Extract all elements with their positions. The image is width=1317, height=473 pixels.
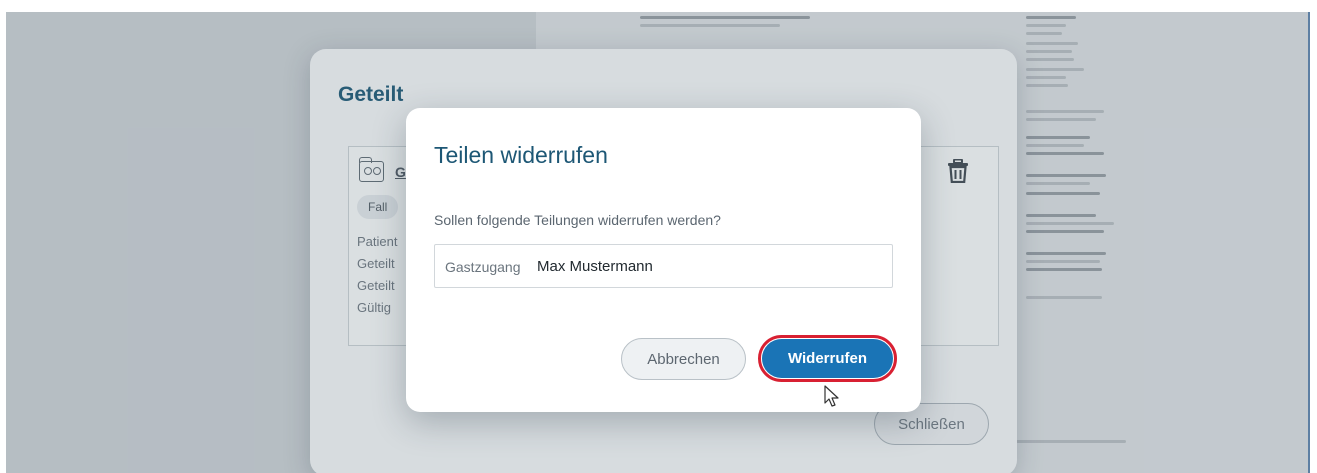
- app-screen: Geteilt G Fall Patient Geteilt Geteilt G…: [6, 12, 1310, 473]
- modal-title: Teilen widerrufen: [434, 142, 608, 168]
- share-recipient-name: Max Mustermann: [537, 258, 653, 275]
- window-edge: [1308, 12, 1310, 473]
- mouse-cursor-icon: [824, 385, 839, 407]
- share-entry: Gastzugang Max Mustermann: [434, 244, 893, 288]
- modal-question: Sollen folgende Teilungen widerrufen wer…: [434, 212, 721, 228]
- cancel-button[interactable]: Abbrechen: [621, 338, 746, 380]
- share-type-label: Gastzugang: [445, 259, 521, 275]
- revoke-button[interactable]: Widerrufen: [762, 339, 893, 378]
- revoke-share-modal: Teilen widerrufen Sollen folgende Teilun…: [406, 108, 921, 412]
